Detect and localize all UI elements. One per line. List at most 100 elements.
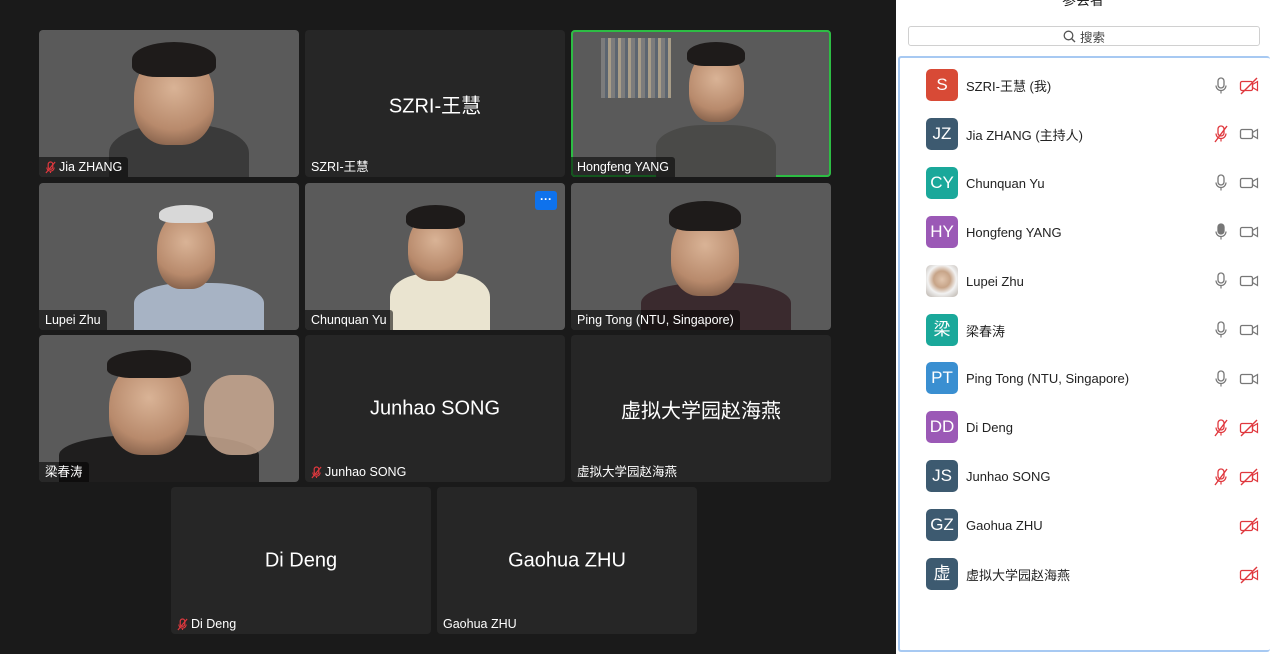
muted-mic-icon bbox=[45, 160, 56, 173]
participant-avatar: S bbox=[926, 69, 958, 101]
blurred-hand bbox=[204, 375, 274, 455]
video-tile-gaohua-zhu[interactable]: Gaohua ZHU Gaohua ZHU bbox=[437, 487, 697, 634]
video-off-icon[interactable] bbox=[1239, 419, 1259, 437]
microphone-icon[interactable] bbox=[1214, 272, 1228, 290]
search-placeholder: 搜索 bbox=[1079, 30, 1105, 45]
microphone-icon[interactable] bbox=[1214, 370, 1228, 388]
tile-name-label: Lupei Zhu bbox=[39, 310, 107, 330]
participant-row[interactable]: JZ Jia ZHANG (主持人) bbox=[900, 110, 1270, 159]
participant-row[interactable]: HY Hongfeng YANG bbox=[900, 208, 1270, 257]
video-tile-hongfeng-yang[interactable]: Hongfeng YANG bbox=[571, 30, 831, 177]
video-tile-liang-chuntao[interactable]: 梁春涛 bbox=[39, 335, 299, 482]
tile-name: 虚拟大学园赵海燕 bbox=[577, 465, 678, 479]
participant-row[interactable]: PT Ping Tong (NTU, Singapore) bbox=[900, 354, 1270, 403]
participant-name: Jia ZHANG (主持人) bbox=[966, 127, 1084, 143]
search-icon bbox=[1063, 30, 1076, 42]
participant-video-body bbox=[390, 273, 490, 330]
video-camera-icon[interactable] bbox=[1239, 321, 1259, 339]
video-tile-zhao-haiyan[interactable]: 虚拟大学园赵海燕 虚拟大学园赵海燕 bbox=[571, 335, 831, 482]
video-tile-szri-wanghui[interactable]: SZRI-王慧 SZRI-王慧 bbox=[305, 30, 565, 177]
video-tile-lupei-zhu[interactable]: Lupei Zhu bbox=[39, 183, 299, 330]
participant-name: 梁春涛 bbox=[966, 323, 1006, 339]
microphone-icon[interactable] bbox=[1214, 174, 1228, 192]
video-camera-icon[interactable] bbox=[1239, 174, 1259, 192]
microphone-icon[interactable] bbox=[1214, 321, 1228, 339]
participant-avatar: 虚 bbox=[926, 558, 958, 590]
video-tile-jia-zhang[interactable]: Jia ZHANG bbox=[39, 30, 299, 177]
participant-avatar: DD bbox=[926, 411, 958, 444]
participant-video-hair bbox=[107, 350, 191, 378]
participant-row[interactable]: JS Junhao SONG bbox=[900, 452, 1270, 501]
participant-avatar: CY bbox=[926, 166, 958, 199]
video-tile-ping-tong[interactable]: Ping Tong (NTU, Singapore) bbox=[571, 183, 831, 330]
muted-mic-icon bbox=[177, 617, 188, 630]
video-tile-junhao-song[interactable]: Junhao SONG Junhao SONG bbox=[305, 335, 565, 482]
participant-avatar bbox=[926, 264, 958, 297]
tile-name-label: Chunquan Yu bbox=[305, 310, 393, 330]
participant-name: Gaohua ZHU bbox=[966, 518, 1043, 534]
video-tile-di-deng[interactable]: Di Deng Di Deng bbox=[171, 487, 431, 634]
participant-name: 虚拟大学园赵海燕 bbox=[966, 568, 1071, 583]
video-camera-icon[interactable] bbox=[1239, 223, 1259, 241]
participant-avatar: GZ bbox=[926, 509, 958, 542]
tile-name: Chunquan Yu bbox=[311, 313, 387, 327]
tile-display-name: SZRI-王慧 bbox=[388, 95, 482, 117]
participants-panel: 参会者 搜索 S SZRI-王慧 (我) JZ Jia ZHANG (主持人) CY Ch… bbox=[896, 0, 1270, 654]
search-input[interactable]: 搜索 bbox=[908, 26, 1260, 46]
tile-display-name: 虚拟大学园赵海燕 bbox=[621, 400, 781, 422]
participant-video-hair bbox=[687, 42, 745, 66]
participant-row[interactable]: DD Di Deng bbox=[900, 403, 1270, 452]
video-off-icon[interactable] bbox=[1239, 77, 1259, 95]
tile-name-label: SZRI-王慧 bbox=[305, 157, 375, 177]
microphone-icon[interactable] bbox=[1214, 223, 1228, 241]
participant-video-body bbox=[134, 283, 264, 330]
participant-avatar: JS bbox=[926, 460, 958, 493]
participant-row[interactable]: Lupei Zhu bbox=[900, 257, 1270, 306]
participant-name: Junhao SONG bbox=[966, 469, 1051, 485]
participant-name: Hongfeng YANG bbox=[966, 224, 1062, 240]
participant-row[interactable]: 虚虚拟大学园赵海燕 bbox=[900, 550, 1270, 599]
more-options-button[interactable]: ··· bbox=[535, 191, 557, 210]
tile-name: SZRI-王慧 bbox=[311, 160, 369, 174]
muted-mic-icon bbox=[311, 465, 322, 478]
participant-video-hair bbox=[406, 205, 465, 229]
participant-row[interactable]: GZ Gaohua ZHU bbox=[900, 501, 1270, 550]
microphone-icon[interactable] bbox=[1214, 76, 1228, 95]
tile-name-label: Ping Tong (NTU, Singapore) bbox=[571, 310, 740, 330]
tile-name: Hongfeng YANG bbox=[577, 160, 669, 174]
muted-mic-icon[interactable] bbox=[1214, 419, 1228, 437]
participant-row[interactable]: CY Chunquan Yu bbox=[900, 159, 1270, 208]
video-off-icon[interactable] bbox=[1239, 468, 1259, 486]
video-camera-icon[interactable] bbox=[1239, 125, 1259, 143]
tile-name-label: Junhao SONG bbox=[305, 462, 412, 482]
tile-name: Ping Tong (NTU, Singapore) bbox=[577, 313, 734, 327]
video-tile-chunquan-yu[interactable]: ··· Chunquan Yu bbox=[305, 183, 565, 330]
tile-display-name: Gaohua ZHU bbox=[508, 549, 626, 571]
participant-row[interactable]: 梁梁春涛 bbox=[900, 306, 1270, 355]
participant-row[interactable]: S SZRI-王慧 (我) bbox=[900, 61, 1270, 110]
bookshelf bbox=[601, 38, 671, 98]
tile-name: Jia ZHANG bbox=[59, 160, 123, 174]
participant-name: Ping Tong (NTU, Singapore) bbox=[966, 371, 1130, 387]
muted-mic-icon[interactable] bbox=[1214, 125, 1228, 143]
video-camera-icon[interactable] bbox=[1239, 272, 1259, 290]
participant-list: S SZRI-王慧 (我) JZ Jia ZHANG (主持人) CY Chunquan … bbox=[898, 56, 1270, 652]
video-off-icon[interactable] bbox=[1239, 517, 1259, 535]
participant-name: Di Deng bbox=[966, 420, 1013, 436]
participant-video-hair bbox=[159, 205, 213, 223]
panel-title: 参会者 bbox=[1062, 0, 1104, 8]
tile-display-name: Di Deng bbox=[264, 549, 338, 571]
tile-name-label: Jia ZHANG bbox=[39, 157, 129, 177]
participant-video-hair bbox=[669, 201, 741, 231]
tile-name-label: 梁春涛 bbox=[39, 462, 89, 482]
muted-mic-icon[interactable] bbox=[1214, 468, 1228, 486]
tile-name-label: 虚拟大学园赵海燕 bbox=[571, 462, 683, 482]
tile-name: Junhao SONG bbox=[325, 465, 407, 479]
participant-name: SZRI-王慧 (我) bbox=[966, 79, 1052, 94]
video-off-icon[interactable] bbox=[1239, 566, 1259, 584]
participant-avatar: PT bbox=[926, 362, 958, 395]
tile-name-label: Di Deng bbox=[171, 614, 242, 634]
video-camera-icon[interactable] bbox=[1239, 370, 1259, 388]
tile-name: Di Deng bbox=[191, 617, 237, 631]
tile-name-label: Gaohua ZHU bbox=[437, 614, 523, 634]
